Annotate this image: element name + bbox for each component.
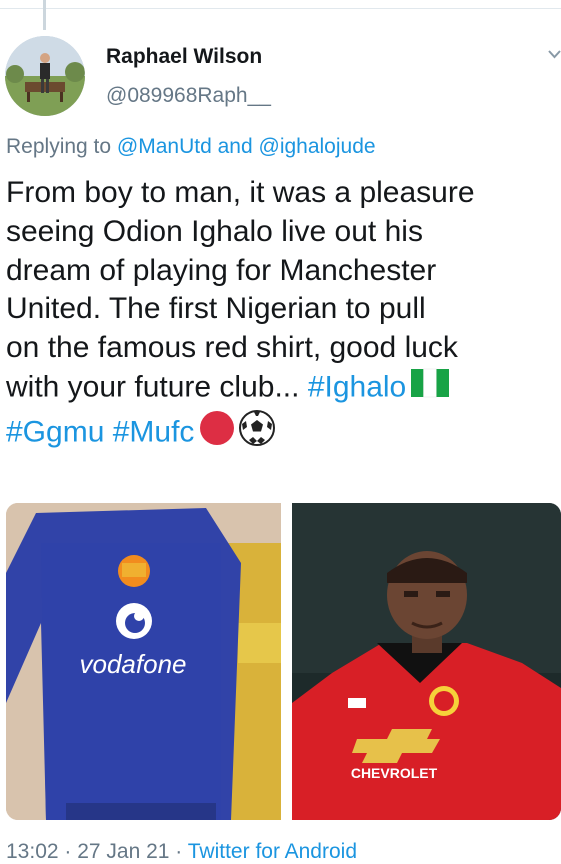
top-divider <box>0 8 561 9</box>
author-name[interactable]: Raphael Wilson <box>106 45 262 69</box>
nigeria-flag-icon <box>410 368 450 409</box>
tweet-text-line: on the famous red shirt, good luck <box>6 331 458 365</box>
tweet-text-line: From boy to man, it was a pleasure <box>6 176 475 209</box>
thread-connector-line <box>43 0 46 30</box>
red-circle-icon <box>198 409 236 458</box>
replying-to-line: Replying to @ManUtd and @ighalojude <box>6 135 376 159</box>
tweet-source[interactable]: Twitter for Android <box>188 840 357 863</box>
tweet-text-line: seeing Odion Ighalo live out his <box>6 214 423 248</box>
hashtag-ighalo[interactable]: #Ighalo <box>308 370 406 403</box>
hashtag-ggmu[interactable]: #Ggmu <box>6 415 104 448</box>
soccer-ball-icon <box>238 409 276 458</box>
tweet-text-fragment: with your future club... <box>6 370 308 404</box>
tweet-text-line: United. The first Nigerian to pull <box>6 292 426 326</box>
tweet-text-line: dream of playing for Manchester <box>6 253 437 287</box>
replying-to-label: Replying to <box>6 135 112 158</box>
media-image-left[interactable]: vodafone <box>6 503 281 820</box>
tweet-text: From boy to man, it was a pleasure seein… <box>6 174 556 458</box>
mention-manutd[interactable]: @ManUtd <box>117 135 212 158</box>
author-handle[interactable]: @089968Raph__ <box>106 84 271 108</box>
tweet-timestamp[interactable]: 13:02 · 27 Jan 21 · <box>6 840 182 863</box>
hashtag-mufc[interactable]: #Mufc <box>113 415 195 448</box>
shirt-sponsor-text: CHEVROLET <box>351 765 438 781</box>
mention-and[interactable]: and <box>218 135 253 158</box>
media-image-right[interactable]: CHEVROLET <box>292 503 561 820</box>
chevron-down-icon[interactable] <box>548 48 561 60</box>
shirt-sponsor-text: vodafone <box>80 649 187 679</box>
tweet-text-line-6: with your future club... #Ighalo <box>6 368 556 409</box>
tweet-text-line-7: #Ggmu #Mufc <box>6 409 556 458</box>
mention-ighalojude[interactable]: @ighalojude <box>259 135 376 158</box>
avatar[interactable] <box>5 36 85 116</box>
tweet-metadata: 13:02 · 27 Jan 21 · Twitter for Android <box>6 840 357 864</box>
